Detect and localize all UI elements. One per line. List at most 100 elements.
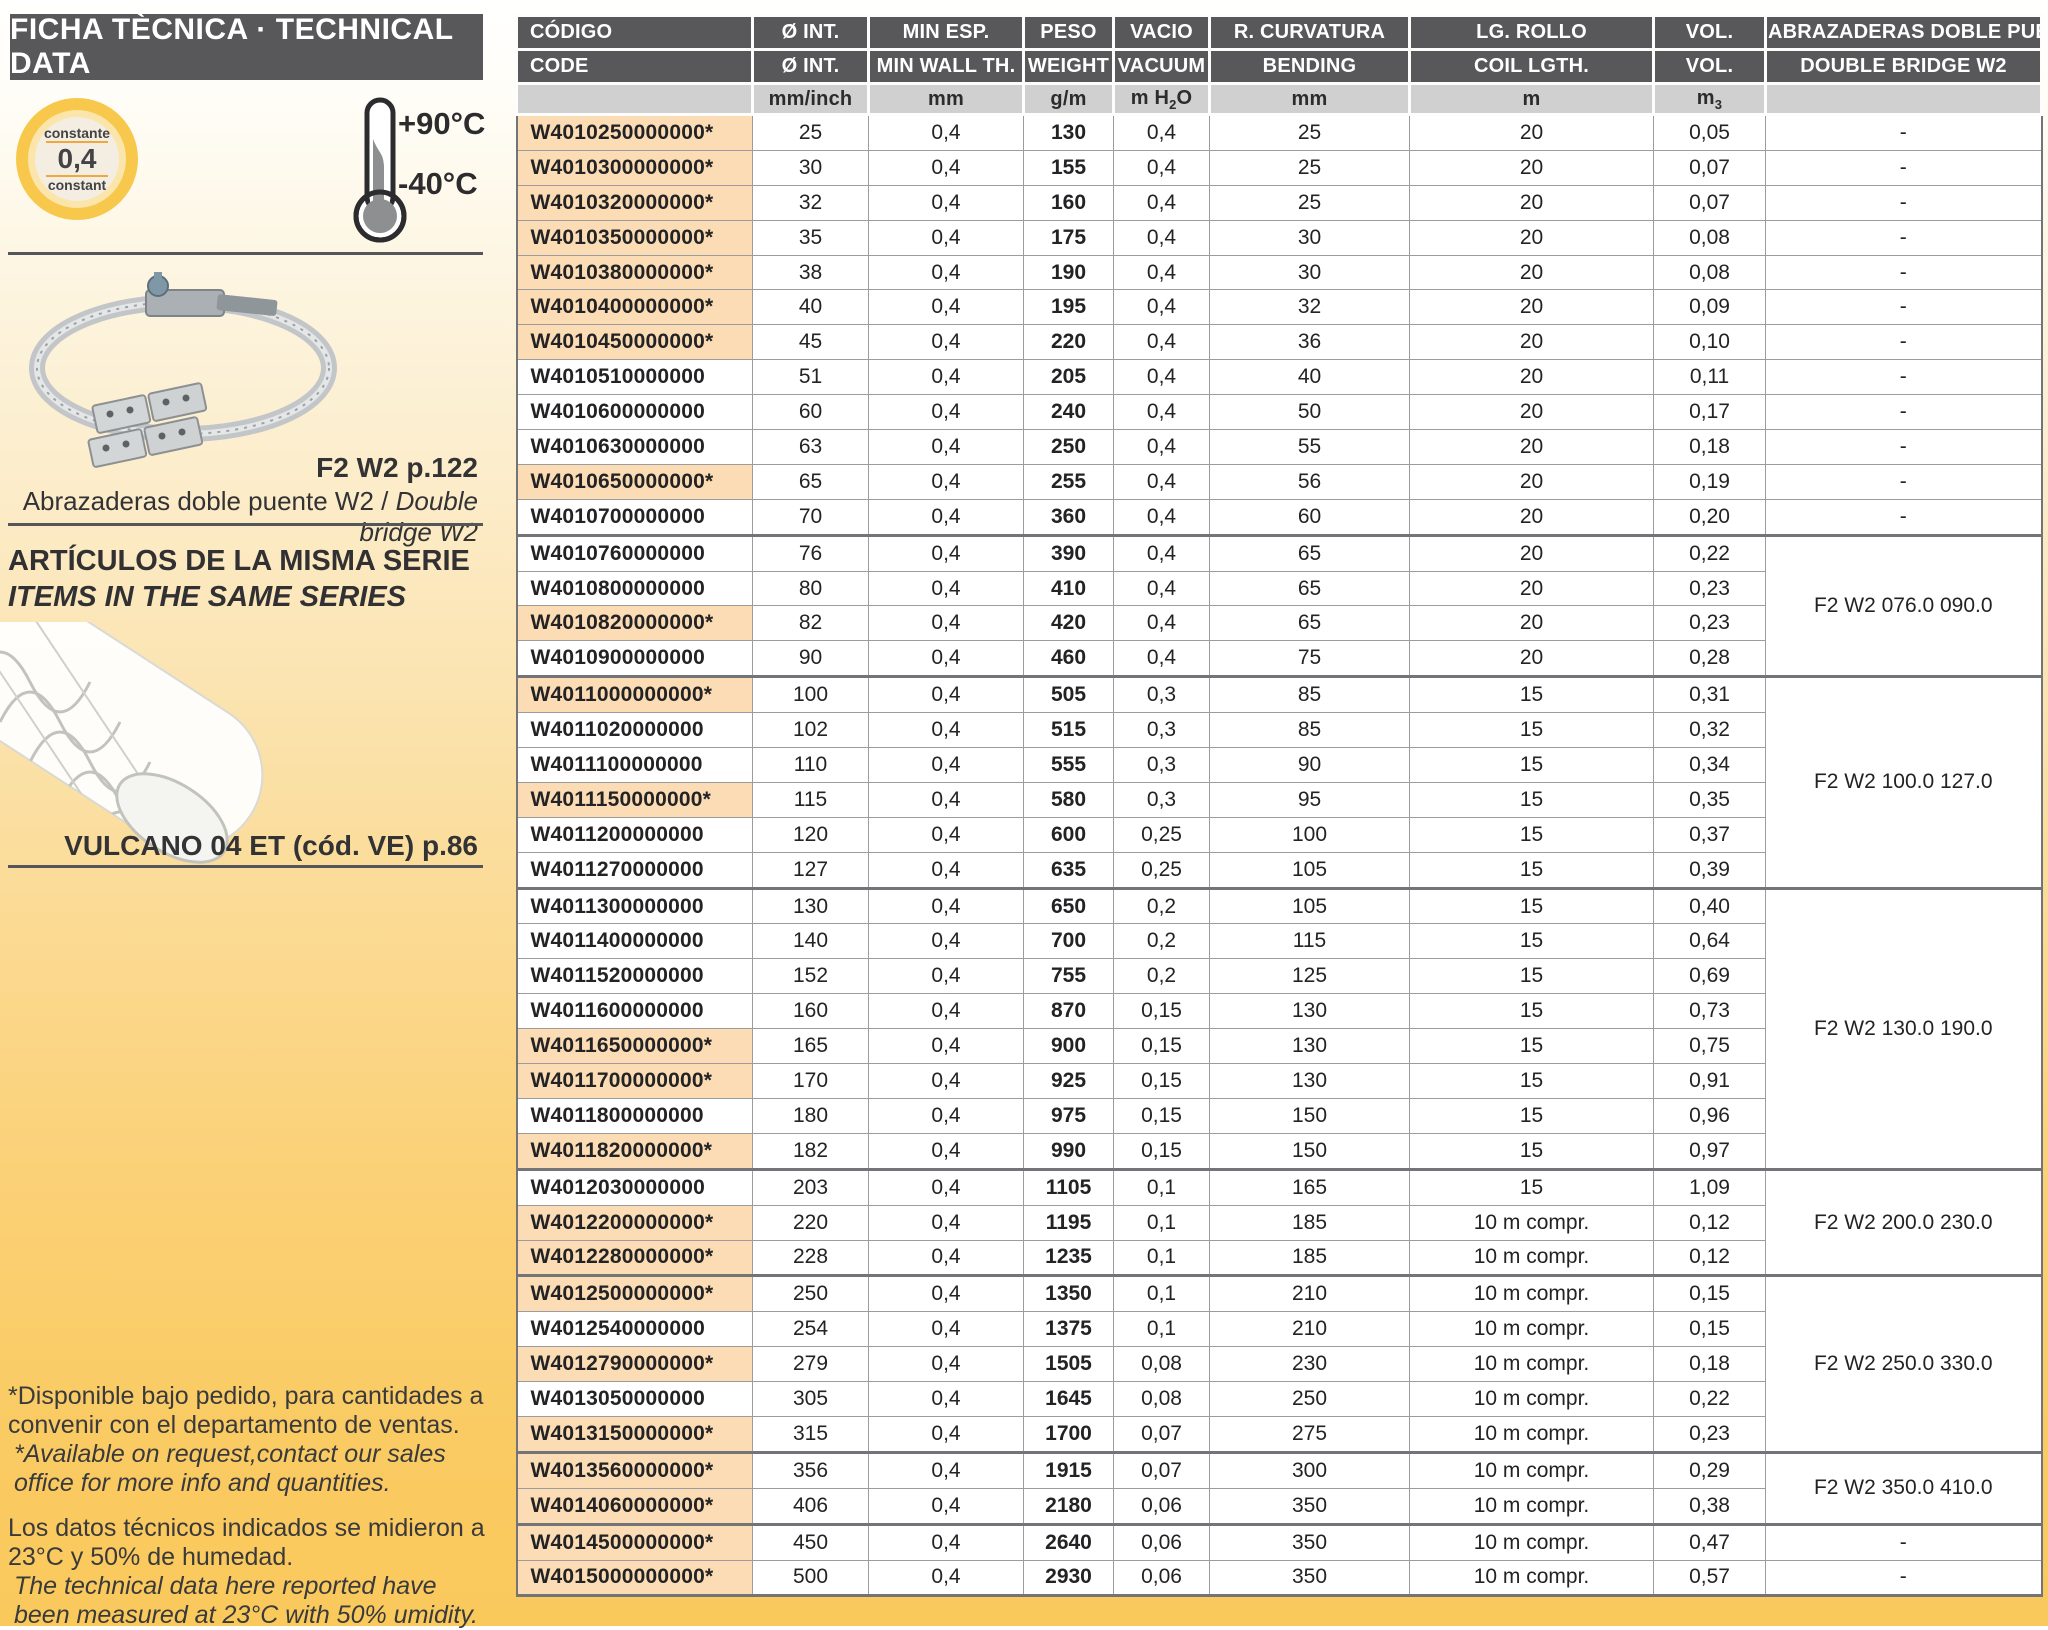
cell-vacuum: 0,15 (1114, 1098, 1210, 1133)
cell-weight: 1645 (1024, 1382, 1114, 1417)
cell-min-wall: 0,4 (869, 677, 1024, 713)
cell-bending-radius: 56 (1210, 464, 1410, 499)
cell-inner-diameter: 182 (753, 1133, 869, 1169)
cell-volume: 0,07 (1654, 185, 1766, 220)
cell-min-wall: 0,4 (869, 817, 1024, 852)
cell-code: W4011200000000 (517, 817, 753, 852)
cell-volume: 0,20 (1654, 499, 1766, 535)
cell-coil-length: 15 (1410, 924, 1654, 959)
cell-weight: 900 (1024, 1029, 1114, 1064)
clamp-caption-es: Abrazaderas doble puente W2 / (23, 486, 396, 516)
header-cell: BENDING (1210, 50, 1410, 84)
divider (8, 523, 483, 526)
cell-weight: 410 (1024, 571, 1114, 606)
cell-code: W4010510000000 (517, 360, 753, 395)
header-cell: Ø INT. (753, 16, 869, 50)
cell-code: W4012030000000 (517, 1169, 753, 1205)
footnote-availability-es: *Disponible bajo pedido, para cantidades… (8, 1382, 494, 1440)
cell-bending-radius: 95 (1210, 782, 1410, 817)
header-cell: MIN WALL TH. (869, 50, 1024, 84)
table-container: CÓDIGOØ INT.MIN ESP.PESOVACIOR. CURVATUR… (515, 14, 2043, 1597)
cell-code: W4011020000000 (517, 713, 753, 748)
cell-coil-length: 15 (1410, 1029, 1654, 1064)
cell-code: W4010900000000 (517, 641, 753, 677)
cell-min-wall: 0,4 (869, 325, 1024, 360)
header-cell: MIN ESP. (869, 16, 1024, 50)
cell-coil-length: 20 (1410, 360, 1654, 395)
badge-value: 0,4 (58, 144, 97, 173)
cell-coil-length: 15 (1410, 1098, 1654, 1133)
cell-volume: 0,23 (1654, 606, 1766, 641)
cell-clamp-ref-merged: F2 W2 076.0 090.0 (1766, 535, 2042, 677)
unit-cell: mm (1210, 84, 1410, 115)
cell-code: W4010630000000 (517, 430, 753, 465)
cell-coil-length: 20 (1410, 464, 1654, 499)
cell-vacuum: 0,4 (1114, 641, 1210, 677)
cell-weight: 505 (1024, 677, 1114, 713)
cell-volume: 0,10 (1654, 325, 1766, 360)
cell-inner-diameter: 35 (753, 220, 869, 255)
cell-vacuum: 0,1 (1114, 1205, 1210, 1240)
cell-code: W4012200000000* (517, 1205, 753, 1240)
constant-badge: constante 0,4 constant (16, 98, 138, 220)
cell-vacuum: 0,06 (1114, 1488, 1210, 1524)
cell-weight: 1375 (1024, 1312, 1114, 1347)
cell-volume: 0,47 (1654, 1524, 1766, 1560)
cell-vacuum: 0,07 (1114, 1416, 1210, 1452)
cell-coil-length: 10 m compr. (1410, 1276, 1654, 1312)
cell-vacuum: 0,4 (1114, 360, 1210, 395)
cell-inner-diameter: 40 (753, 290, 869, 325)
cell-bending-radius: 32 (1210, 290, 1410, 325)
header-cell: WEIGHT (1024, 50, 1114, 84)
cell-bending-radius: 130 (1210, 1064, 1410, 1099)
cell-code: W4010300000000* (517, 150, 753, 185)
cell-coil-length: 20 (1410, 430, 1654, 465)
cell-code: W4010800000000 (517, 571, 753, 606)
cell-weight: 975 (1024, 1098, 1114, 1133)
cell-volume: 0,19 (1654, 464, 1766, 499)
clamp-product-image (18, 268, 338, 483)
cell-min-wall: 0,4 (869, 1240, 1024, 1276)
cell-weight: 1915 (1024, 1452, 1114, 1488)
header-cell: PESO (1024, 16, 1114, 50)
cell-coil-length: 15 (1410, 852, 1654, 888)
cell-min-wall: 0,4 (869, 1064, 1024, 1099)
series-title-es: ARTÍCULOS DE LA MISMA SERIE (8, 545, 470, 578)
cell-inner-diameter: 102 (753, 713, 869, 748)
cell-min-wall: 0,4 (869, 1205, 1024, 1240)
cell-bending-radius: 150 (1210, 1098, 1410, 1133)
header-cell: CODE (517, 50, 753, 84)
cell-vacuum: 0,3 (1114, 677, 1210, 713)
cell-code: W4011700000000* (517, 1064, 753, 1099)
cell-min-wall: 0,4 (869, 360, 1024, 395)
cell-inner-diameter: 228 (753, 1240, 869, 1276)
table-row: W4010250000000*250,41300,425200,05- (517, 115, 2042, 151)
cell-weight: 515 (1024, 713, 1114, 748)
unit-cell: mm/inch (753, 84, 869, 115)
cell-vacuum: 0,1 (1114, 1276, 1210, 1312)
cell-code: W4012280000000* (517, 1240, 753, 1276)
cell-bending-radius: 40 (1210, 360, 1410, 395)
cell-min-wall: 0,4 (869, 115, 1024, 151)
cell-coil-length: 15 (1410, 1169, 1654, 1205)
cell-clamp-ref: - (1766, 430, 2042, 465)
header-cell: CÓDIGO (517, 16, 753, 50)
cell-code: W4010820000000* (517, 606, 753, 641)
cell-inner-diameter: 130 (753, 888, 869, 924)
cell-volume: 0,08 (1654, 220, 1766, 255)
cell-bending-radius: 65 (1210, 535, 1410, 571)
cell-code: W4010760000000 (517, 535, 753, 571)
cell-inner-diameter: 152 (753, 959, 869, 994)
cell-clamp-ref: - (1766, 1524, 2042, 1560)
cell-inner-diameter: 82 (753, 606, 869, 641)
badge-label-en: constant (48, 178, 106, 192)
cell-coil-length: 15 (1410, 713, 1654, 748)
cell-min-wall: 0,4 (869, 1452, 1024, 1488)
cell-coil-length: 10 m compr. (1410, 1205, 1654, 1240)
cell-vacuum: 0,15 (1114, 1064, 1210, 1099)
cell-code: W4011820000000* (517, 1133, 753, 1169)
cell-vacuum: 0,15 (1114, 994, 1210, 1029)
cell-inner-diameter: 220 (753, 1205, 869, 1240)
cell-bending-radius: 65 (1210, 571, 1410, 606)
cell-inner-diameter: 65 (753, 464, 869, 499)
